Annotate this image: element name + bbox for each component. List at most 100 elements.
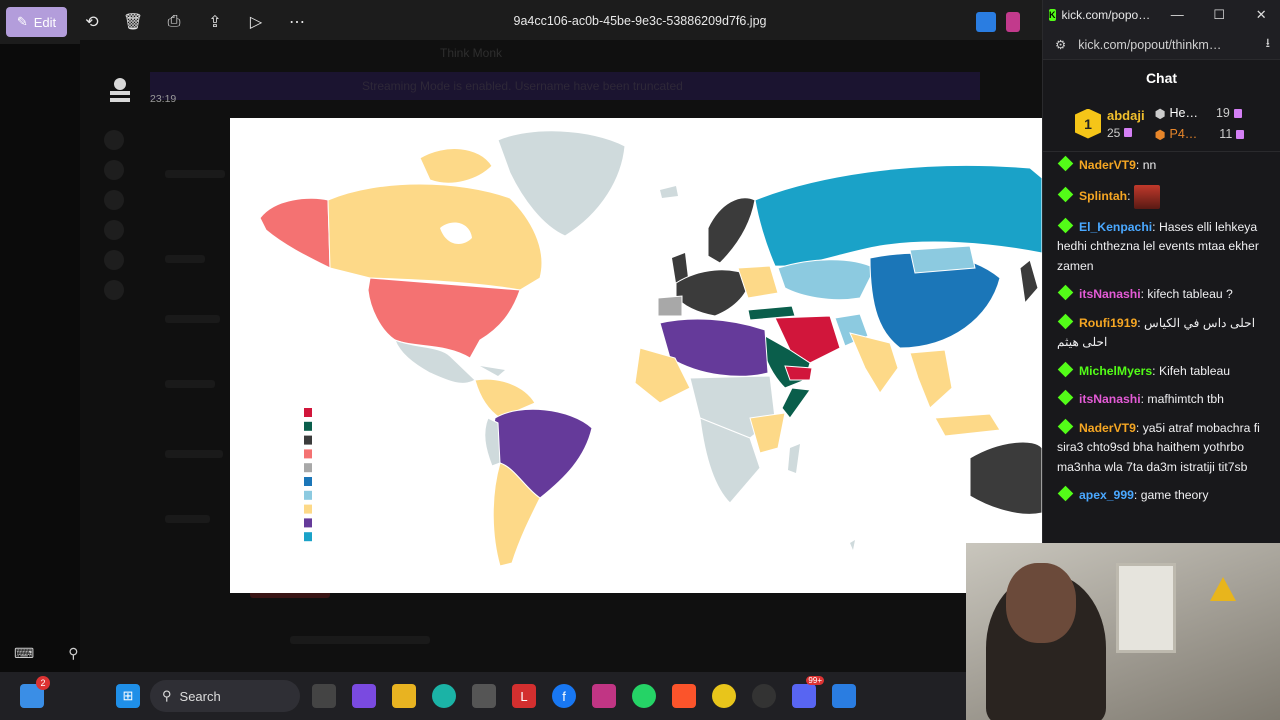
second-gifter-name[interactable]: He…	[1170, 106, 1198, 120]
subscriber-badge-icon	[1057, 217, 1074, 233]
server-icon	[104, 160, 124, 180]
map-legend	[304, 408, 312, 542]
chat-separator: :	[1137, 315, 1145, 330]
chat-username[interactable]: itsNanashi	[1079, 392, 1141, 406]
chat-username[interactable]: NaderVT9	[1079, 158, 1136, 172]
map-russia	[754, 164, 1042, 267]
app-icon[interactable]	[1006, 12, 1020, 32]
top-gifter-name[interactable]: abdaji	[1107, 108, 1145, 123]
map-somalia	[781, 387, 811, 419]
map-indonesia	[934, 413, 1001, 437]
minimize-icon[interactable]: —	[1156, 7, 1198, 23]
legend-swatch	[304, 532, 312, 542]
map-usa	[367, 277, 521, 359]
chat-username[interactable]: El_Kenpachi	[1079, 220, 1152, 234]
dimmed-line	[165, 450, 223, 458]
chat-message: Roufi1919: احلى داس في الكياس احلى هيثم	[1057, 313, 1272, 353]
top-right-apps	[976, 12, 1020, 32]
whatsapp-icon[interactable]	[632, 684, 656, 708]
start-icon[interactable]: ⊞	[116, 684, 140, 708]
brave-icon[interactable]	[672, 684, 696, 708]
chat-username[interactable]: MichelMyers	[1079, 364, 1152, 378]
store-icon[interactable]	[472, 684, 496, 708]
map-central-asia	[777, 259, 876, 301]
chat-header: Chat	[1145, 70, 1178, 86]
chat-message: Splintah:	[1057, 184, 1272, 209]
site-settings-icon[interactable]: ⚙	[1055, 37, 1066, 52]
edge-icon[interactable]	[432, 684, 456, 708]
server-icon	[104, 280, 124, 300]
instagram-icon[interactable]	[592, 684, 616, 708]
legend-swatch	[304, 477, 312, 486]
chat-separator: :	[1152, 219, 1159, 234]
server-icon	[104, 130, 124, 150]
taskbar-search[interactable]: ⚲ Search	[150, 680, 300, 712]
edit-button[interactable]: ✎ Edit	[6, 7, 67, 37]
legend-swatch	[304, 421, 312, 431]
gifter-leaderboard: 1 abdaji 25 ⬢ He… 19 ⬢ P4… 11	[1043, 96, 1280, 152]
edit-label: Edit	[33, 14, 57, 30]
map-peru-bolivia	[484, 417, 501, 467]
chat-separator: :	[1135, 158, 1143, 172]
chat-text: nn	[1142, 158, 1157, 172]
map-iberia	[657, 295, 683, 317]
slideshow-icon[interactable]: ▷	[245, 11, 267, 33]
server-icon	[104, 190, 124, 210]
close-icon[interactable]: ✕	[1240, 7, 1280, 23]
chat-username[interactable]: apex_999	[1079, 488, 1134, 502]
stream-timer: 23:19	[150, 93, 177, 105]
subscriber-badge-icon	[1057, 418, 1074, 434]
obs-icon[interactable]	[752, 684, 776, 708]
map-japan	[1019, 259, 1039, 305]
map-east-africa	[749, 412, 786, 454]
dimmed-line	[290, 636, 430, 644]
gift-icon	[1236, 129, 1245, 139]
maximize-icon[interactable]: ☐	[1198, 7, 1240, 23]
world-map	[230, 118, 1042, 593]
print-icon[interactable]: ⎙	[163, 11, 185, 33]
think-monk-logo	[110, 78, 130, 102]
facebook-icon[interactable]: f	[552, 684, 576, 708]
rotate-icon[interactable]: ⟲	[81, 11, 103, 33]
download-icon[interactable]: ⭳	[1266, 34, 1270, 55]
edit-icon: ✎	[16, 14, 28, 29]
map-madagascar	[788, 444, 800, 473]
chat-message: apex_999: game theory	[1057, 485, 1272, 506]
address-bar[interactable]: ⚙ kick.com/popout/thinkm… ⭳	[1043, 30, 1280, 60]
discord-icon[interactable]: 99+	[792, 676, 824, 708]
delete-icon[interactable]: 🗑	[122, 11, 144, 33]
chat-window-title: kick.com/popo…	[1061, 8, 1151, 22]
third-gifter-name[interactable]: P4…	[1170, 127, 1198, 141]
app-l-icon[interactable]: L	[512, 684, 536, 708]
task-view-icon[interactable]	[312, 684, 336, 708]
top-gifter-count: 25	[1107, 125, 1121, 140]
chat-username[interactable]: NaderVT9	[1079, 421, 1136, 435]
legend-swatch	[304, 408, 312, 417]
file-explorer-icon[interactable]	[392, 684, 416, 708]
cam-background-window	[1116, 563, 1176, 653]
app-icon[interactable]	[976, 12, 996, 32]
photos-app-icon[interactable]	[832, 684, 856, 708]
map-new-zealand	[850, 540, 855, 550]
m365-icon[interactable]	[352, 684, 376, 708]
photos-toolbar: ✎ Edit ⟲ 🗑 ⎙ ⇪ ▷ ⋯	[0, 0, 1042, 44]
chat-separator: :	[1152, 363, 1159, 378]
warning-sign	[1210, 577, 1236, 601]
share-icon[interactable]: ⇪	[204, 11, 226, 33]
widgets-icon[interactable]: 2	[20, 676, 50, 708]
bottom-left-icons: ⌨ ⚲	[14, 645, 78, 662]
chat-username[interactable]: Splintah	[1079, 189, 1127, 203]
more-icon[interactable]: ⋯	[286, 11, 308, 33]
map-western-europe	[675, 269, 751, 317]
chat-username[interactable]: Roufi1919	[1079, 316, 1137, 330]
map-canada	[327, 183, 543, 291]
dimmed-line	[165, 255, 205, 263]
chrome-icon[interactable]	[712, 684, 736, 708]
legend-swatch	[304, 435, 312, 445]
dimmed-line	[165, 515, 210, 523]
chat-separator: :	[1133, 488, 1141, 502]
keyboard-icon[interactable]: ⌨	[14, 645, 34, 662]
chat-text: game theory	[1140, 488, 1209, 502]
pin-icon[interactable]: ⚲	[68, 645, 78, 662]
chat-username[interactable]: itsNanashi	[1079, 287, 1141, 301]
